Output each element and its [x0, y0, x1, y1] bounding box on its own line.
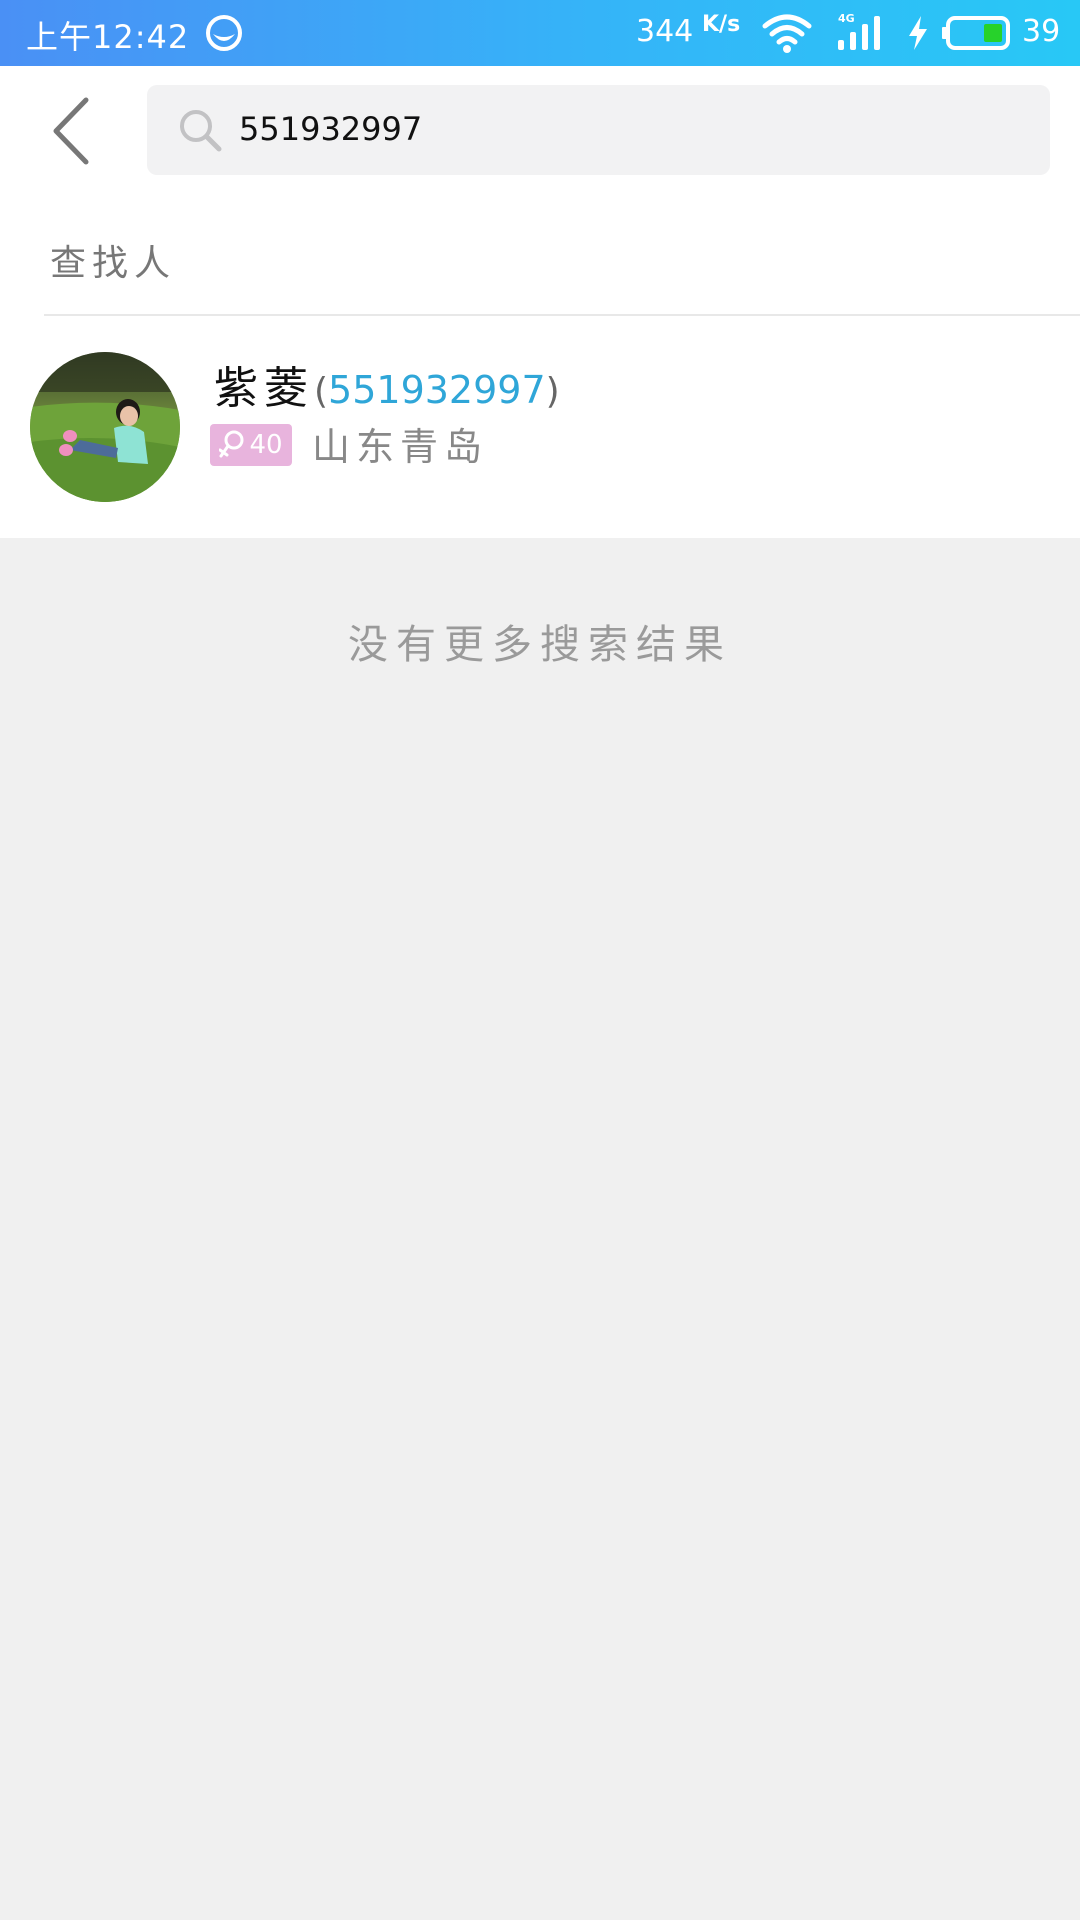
list-item[interactable]: 紫菱(551932997) 40 山东青岛	[0, 316, 1080, 538]
net-speed: 344	[636, 14, 694, 49]
back-arrow-icon[interactable]	[40, 96, 110, 166]
close-paren: )	[545, 371, 560, 412]
charging-icon	[909, 16, 927, 50]
avatar[interactable]	[30, 352, 180, 502]
gender-age-badge: 40	[210, 424, 292, 466]
open-paren: (	[314, 371, 329, 412]
result-location: 山东青岛	[312, 425, 489, 469]
battery-level: 39	[1022, 14, 1061, 49]
age-value: 40	[249, 430, 283, 460]
search-input[interactable]	[239, 99, 1019, 159]
signal-icon: 4G	[838, 12, 880, 50]
svg-text:4G: 4G	[838, 12, 855, 25]
result-id: 551932997	[328, 368, 546, 412]
result-name: 紫菱	[214, 363, 314, 414]
status-bar: 上午12:42 344 K/s 4G 39	[0, 0, 1080, 66]
section-header: 查找人	[0, 196, 1080, 316]
wifi-icon	[762, 14, 812, 53]
result-title: 紫菱(551932997)	[214, 352, 560, 416]
net-speed-unit: K/s	[702, 12, 741, 37]
female-icon	[219, 430, 244, 458]
section-title: 查找人	[50, 243, 177, 284]
search-header	[0, 66, 1080, 196]
search-icon	[180, 110, 222, 152]
app-notification-icon	[206, 15, 242, 51]
battery-icon	[942, 16, 1010, 50]
search-box[interactable]	[147, 85, 1050, 175]
avatar-photo	[30, 352, 180, 502]
no-more-results-text: 没有更多搜索结果	[348, 622, 732, 668]
status-time: 上午12:42	[26, 18, 190, 56]
